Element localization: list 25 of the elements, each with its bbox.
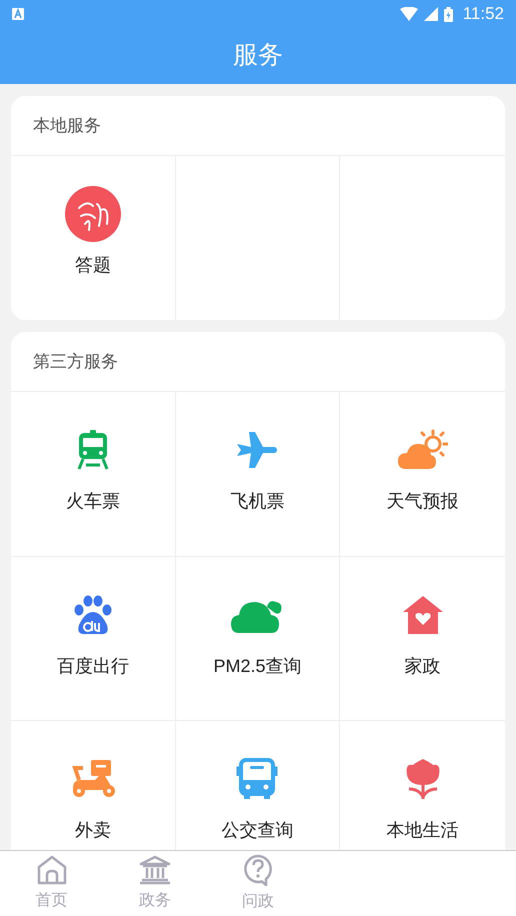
service-tile[interactable]: PM2.5查询	[176, 556, 340, 720]
battery-icon	[444, 6, 453, 22]
signal-icon	[424, 7, 438, 21]
airplane-icon	[235, 430, 280, 470]
app-notification-icon	[12, 8, 24, 20]
section-title: 本地服务	[33, 114, 101, 137]
page-title: 服务	[233, 40, 283, 72]
wifi-icon	[400, 7, 418, 21]
status-time: 11:52	[462, 3, 504, 26]
section-title: 第三方服务	[33, 350, 118, 373]
train-icon	[74, 430, 111, 470]
service-tile[interactable]: 飞机票	[176, 392, 340, 556]
service-tile[interactable]: 天气预报	[340, 392, 505, 556]
service-tile[interactable]: 火车票	[11, 392, 176, 556]
paw-print-icon	[74, 595, 112, 635]
sun-behind-cloud-icon	[398, 429, 448, 471]
service-tile[interactable]: 答题	[11, 156, 176, 320]
bank-building-icon	[138, 854, 171, 884]
home-icon	[36, 854, 68, 884]
tulip-icon	[404, 759, 441, 799]
bus-icon	[236, 758, 278, 800]
question-bubble-icon	[242, 854, 273, 886]
service-tile[interactable]: 百度出行	[11, 556, 176, 720]
house-with-heart-icon	[402, 596, 443, 634]
service-tile[interactable]: 家政	[340, 556, 505, 720]
